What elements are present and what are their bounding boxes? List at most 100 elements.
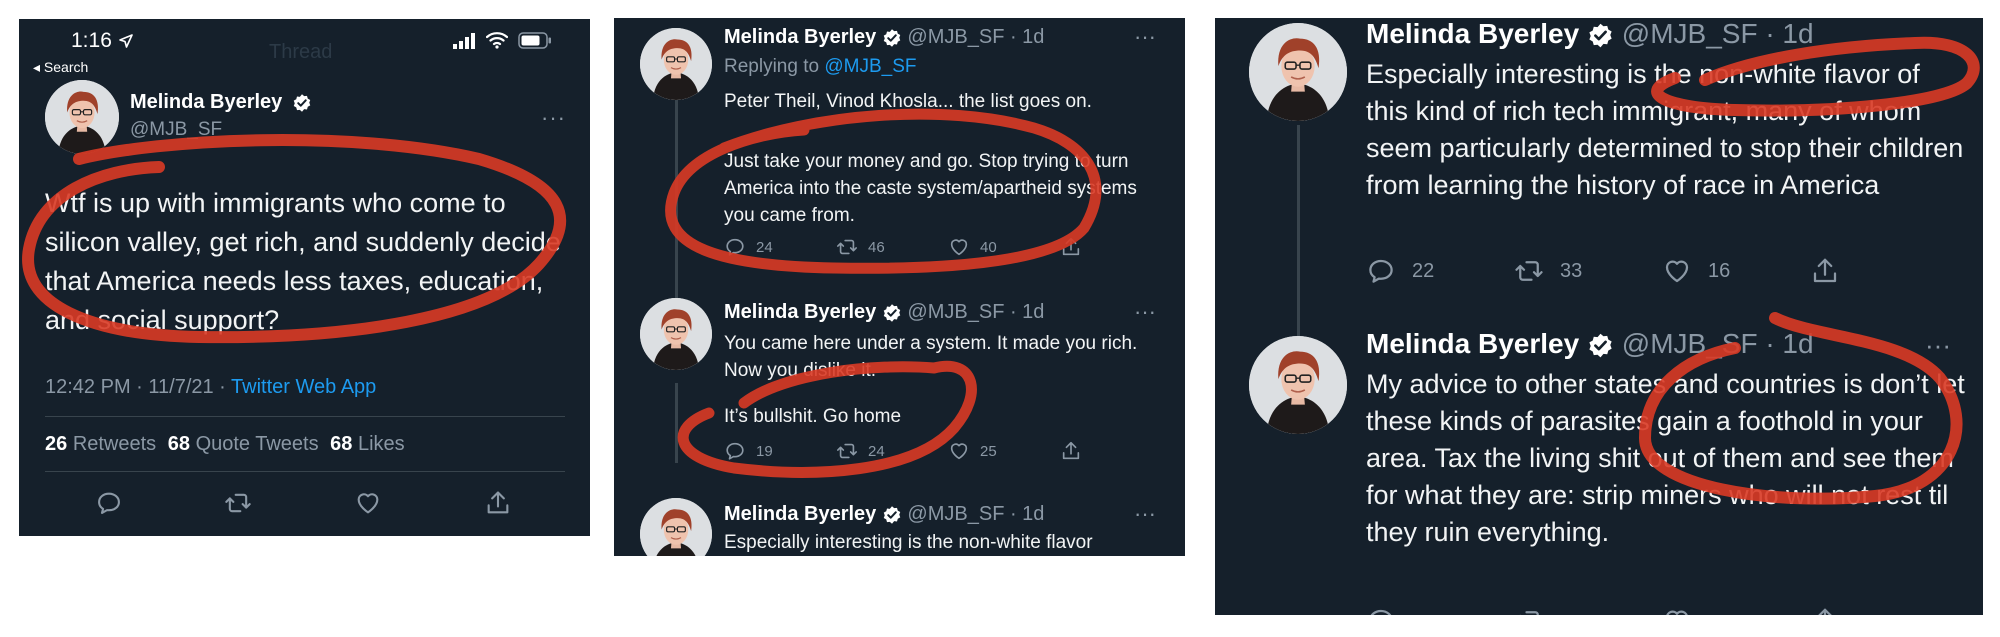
tweet-header: Melinda Byerley @MJB_SF · 1d xyxy=(724,503,1044,526)
author-name[interactable]: Melinda Byerley xyxy=(724,503,876,525)
tweet-timestamp: 12:42 PM · 11/7/21 · xyxy=(45,376,232,398)
reply-action[interactable]: 24 xyxy=(724,236,773,258)
likes-label[interactable]: Likes xyxy=(358,433,405,455)
tweet-text: You came here under a system. It made yo… xyxy=(724,333,1138,381)
retweet-icon[interactable] xyxy=(224,489,252,517)
tweet-header: Melinda Byerley @MJB_SF · 1d xyxy=(1366,18,1814,50)
reply-icon[interactable] xyxy=(1366,606,1396,615)
reply-count: 22 xyxy=(1412,259,1435,282)
reply-action[interactable]: 22 xyxy=(1366,256,1434,286)
avatar[interactable] xyxy=(640,298,712,370)
signal-icon xyxy=(453,33,479,49)
share-icon[interactable] xyxy=(1060,236,1082,258)
tweet-text: My advice to other states and countries … xyxy=(1366,369,1965,547)
tweet-header: Melinda Byerley @MJB_SF · 1d xyxy=(1366,328,1814,360)
more-options-icon[interactable]: ··· xyxy=(1134,501,1156,527)
author-name[interactable]: Melinda Byerley xyxy=(1366,18,1579,49)
replying-to: Replying to @MJB_SF xyxy=(724,56,916,78)
author-handle[interactable]: @MJB_SF · 1d xyxy=(907,503,1044,525)
tweet-source-link[interactable]: Twitter Web App xyxy=(231,376,376,398)
avatar[interactable] xyxy=(1249,23,1347,121)
like-count: 25 xyxy=(980,442,997,460)
tweet-text: Especially interesting is the non-white … xyxy=(1366,59,1964,200)
share-icon[interactable] xyxy=(1060,440,1082,462)
thread-continued-panel: Melinda Byerley @MJB_SF · 1d Especially … xyxy=(1215,18,1983,615)
back-to-search-link[interactable]: ◂ Search xyxy=(33,59,88,76)
author-name[interactable]: Melinda Byerley xyxy=(130,91,282,113)
tweet-text: Peter Theil, Vinod Khosla... the list go… xyxy=(724,91,1092,112)
engagement-stats: 26 Retweets 68 Quote Tweets 68 Likes xyxy=(45,433,405,456)
quotes-label[interactable]: Quote Tweets xyxy=(196,433,319,455)
wifi-icon xyxy=(485,31,509,54)
thread-line xyxy=(1297,125,1300,342)
verified-badge-icon xyxy=(292,93,312,113)
author-name[interactable]: Melinda Byerley xyxy=(724,301,876,323)
avatar[interactable] xyxy=(1249,336,1347,434)
author-handle[interactable]: @MJB_SF · 1d xyxy=(907,301,1044,323)
retweet-icon[interactable] xyxy=(1514,606,1544,615)
tweet-text: Just take your money and go. Stop trying… xyxy=(724,151,1137,226)
tweet-header: Melinda Byerley @MJB_SF · 1d xyxy=(724,301,1044,324)
like-action[interactable]: 40 xyxy=(948,236,997,258)
tweet-text: Wtf is up with immigrants who come to si… xyxy=(45,188,561,335)
retweets-label[interactable]: Retweets xyxy=(73,433,156,455)
avatar[interactable] xyxy=(640,498,712,556)
tweet-header: Melinda Byerley @MJB_SF · 1d xyxy=(724,26,1044,49)
retweet-action[interactable]: 46 xyxy=(836,236,885,258)
share-icon[interactable] xyxy=(484,489,512,517)
location-arrow-icon xyxy=(119,34,133,48)
share-icon[interactable] xyxy=(1810,606,1840,615)
more-options-icon[interactable]: ··· xyxy=(541,105,566,131)
retweet-action[interactable]: 24 xyxy=(836,440,885,462)
retweet-count: 24 xyxy=(868,442,885,460)
like-action[interactable]: 16 xyxy=(1662,256,1730,286)
reply-icon[interactable] xyxy=(95,489,123,517)
like-action[interactable]: 25 xyxy=(948,440,997,462)
author-line: Melinda Byerley xyxy=(130,91,312,114)
tweet-text: It’s bullshit. Go home xyxy=(724,406,902,427)
author-handle[interactable]: @MJB_SF · 1d xyxy=(907,26,1044,48)
meta-divider xyxy=(45,416,565,417)
author-handle[interactable]: @MJB_SF · 1d xyxy=(1622,328,1814,359)
verified-badge-icon xyxy=(882,28,902,48)
verified-badge-icon xyxy=(1587,22,1614,49)
retweets-count: 26 xyxy=(45,433,68,455)
more-options-icon[interactable]: ··· xyxy=(1925,330,1951,361)
more-options-icon[interactable]: ··· xyxy=(1134,299,1156,325)
replying-handle-link[interactable]: @MJB_SF xyxy=(824,56,916,77)
quotes-count: 68 xyxy=(167,433,190,455)
retweet-action[interactable]: 33 xyxy=(1514,256,1582,286)
tweet-text: Especially interesting is the non-white … xyxy=(724,532,1093,553)
reply-count: 19 xyxy=(756,442,773,460)
thread-line xyxy=(675,100,678,300)
reply-action[interactable]: 19 xyxy=(724,440,773,462)
avatar[interactable] xyxy=(640,28,712,100)
tweet-meta: 12:42 PM · 11/7/21 · Twitter Web App xyxy=(45,376,376,399)
likes-count: 68 xyxy=(330,433,353,455)
retweet-count: 33 xyxy=(1560,259,1583,282)
thread-header-title: Thread xyxy=(269,41,333,63)
verified-badge-icon xyxy=(882,505,902,525)
reply-count: 24 xyxy=(756,238,773,256)
retweet-count: 46 xyxy=(868,238,885,256)
replying-prefix: Replying to xyxy=(724,56,825,77)
thread-replies-panel: Melinda Byerley @MJB_SF · 1d ··· Replyin… xyxy=(614,18,1185,556)
avatar[interactable] xyxy=(45,80,119,154)
share-icon[interactable] xyxy=(1810,256,1840,286)
like-count: 16 xyxy=(1708,259,1731,282)
verified-badge-icon xyxy=(882,303,902,323)
tweet-detail-panel: 1:16 Thread ◂ Search Melinda Byerley @MJ… xyxy=(19,19,590,536)
like-icon[interactable] xyxy=(1662,606,1692,615)
thread-line xyxy=(675,383,678,463)
stats-divider xyxy=(45,471,565,472)
battery-icon xyxy=(518,32,552,54)
more-options-icon[interactable]: ··· xyxy=(1134,24,1156,50)
author-handle[interactable]: @MJB_SF xyxy=(130,119,222,141)
author-handle[interactable]: @MJB_SF · 1d xyxy=(1622,18,1814,49)
author-name[interactable]: Melinda Byerley xyxy=(724,26,876,48)
like-icon[interactable] xyxy=(354,489,382,517)
like-count: 40 xyxy=(980,238,997,256)
verified-badge-icon xyxy=(1587,332,1614,359)
status-time: 1:16 xyxy=(71,29,112,52)
author-name[interactable]: Melinda Byerley xyxy=(1366,328,1579,359)
